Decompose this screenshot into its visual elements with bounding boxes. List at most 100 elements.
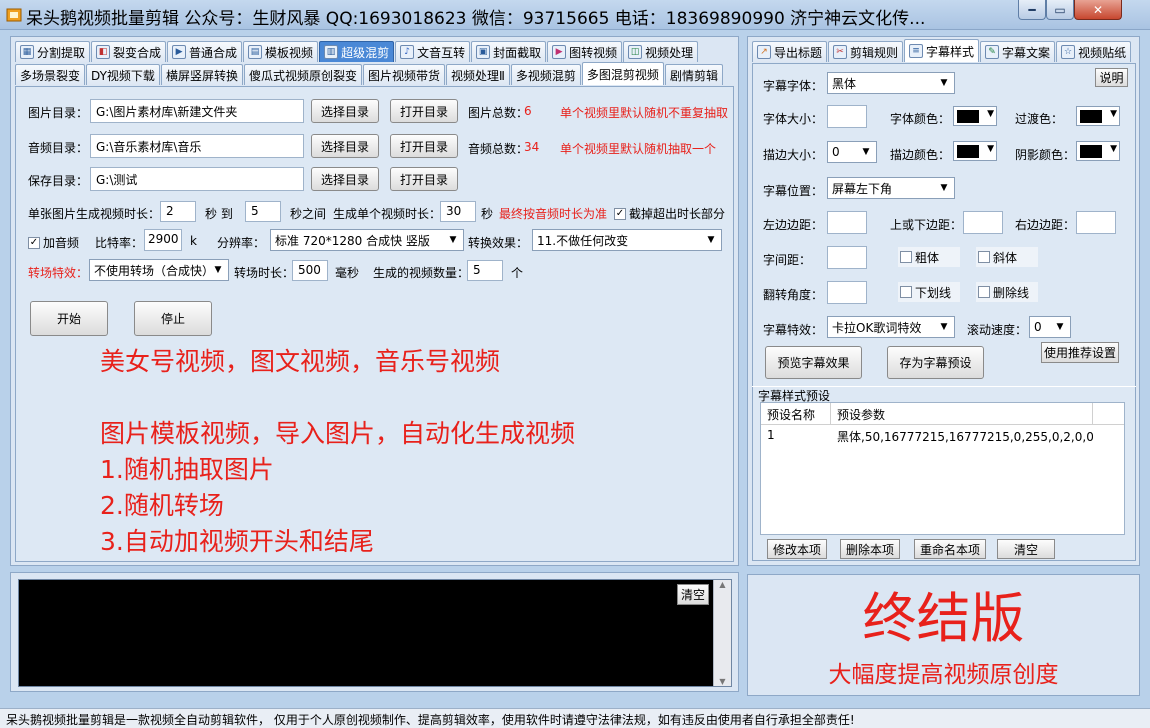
single-length-input[interactable]: 30 [440, 201, 476, 222]
tb-margin-input[interactable] [963, 211, 1003, 234]
font-color-picker[interactable]: ▼ [953, 106, 997, 126]
transition-length-input[interactable]: 500 [292, 260, 328, 281]
tab-text-audio[interactable]: ♪ 文音互转 [395, 41, 471, 62]
close-button[interactable]: ✕ [1074, 0, 1122, 20]
bold-check[interactable] [900, 251, 912, 263]
effect-select[interactable]: 11.不做任何改变 ▼ [532, 229, 722, 251]
tab-export-title[interactable]: ↗ 导出标题 [752, 41, 828, 62]
open-save-dir-button[interactable]: 打开目录 [390, 167, 458, 191]
clear-presets-button[interactable]: 清空 [997, 539, 1055, 559]
spacing-input[interactable] [827, 246, 867, 269]
strike-checkbox[interactable]: 删除线 [976, 282, 1038, 302]
add-audio-check[interactable]: ✓ [28, 236, 40, 249]
font-size-input[interactable] [827, 105, 867, 128]
subtitle-effect-select[interactable]: 卡拉OK歌词特效 ▼ [827, 316, 955, 338]
subtab-7[interactable]: 多图混剪视频 [581, 62, 664, 85]
italic-check[interactable] [978, 251, 990, 263]
stroke-size-select[interactable]: 0 ▼ [827, 141, 877, 163]
cut-excess-check[interactable]: ✓ [614, 207, 626, 220]
resolution-select[interactable]: 标准 720*1280 合成快 竖版 ▼ [270, 229, 464, 251]
image-dir-input[interactable]: G:\图片素材库\新建文件夹 [90, 99, 304, 123]
count-input[interactable]: 5 [467, 260, 503, 281]
subtab-0[interactable]: 多场景裂变 [15, 64, 86, 85]
open-audio-dir-button[interactable]: 打开目录 [390, 134, 458, 158]
save-dir-input[interactable]: G:\测试 [90, 167, 304, 191]
col-name-header[interactable]: 预设名称 [761, 403, 831, 425]
stop-button[interactable]: 停止 [134, 301, 212, 336]
single-length-label: 生成单个视频时长： [333, 207, 442, 221]
image-total-label: 图片总数： [468, 106, 529, 120]
audio-total-label: 音频总数： [468, 142, 529, 156]
transition-select[interactable]: 不使用转场（合成快） ▼ [89, 259, 229, 281]
underline-checkbox[interactable]: 下划线 [898, 282, 960, 302]
table-row[interactable]: 1 黑体,50,16777215,16777215,0,255,0,2,0,0,… [761, 425, 1124, 447]
shadow-color-picker[interactable]: ▼ [1076, 141, 1120, 161]
scroll-up-icon[interactable]: ▲ [714, 580, 731, 589]
subtab-5[interactable]: 视频处理Ⅱ [445, 64, 510, 85]
edit-preset-button[interactable]: 修改本项 [767, 539, 827, 559]
underline-check[interactable] [900, 286, 912, 298]
tab-template-video[interactable]: ▤ 模板视频 [243, 41, 319, 62]
subtab-8[interactable]: 剧情剪辑 [664, 64, 723, 85]
list-icon: ≡ [909, 44, 924, 58]
bitrate-input[interactable]: 2900 [144, 229, 182, 251]
subtab-1[interactable]: DY视频下载 [86, 64, 160, 85]
italic-checkbox[interactable]: 斜体 [976, 247, 1038, 267]
scroll-speed-select[interactable]: 0 ▼ [1029, 316, 1071, 338]
open-image-dir-button[interactable]: 打开目录 [390, 99, 458, 123]
tab-super-mix[interactable]: ▥ 超级混剪 [319, 41, 395, 62]
tab-subtitle-text[interactable]: ✎ 字幕文案 [980, 41, 1056, 62]
maximize-button[interactable]: ▭ [1046, 0, 1074, 20]
help-button[interactable]: 说明 [1095, 68, 1128, 87]
cut-excess-checkbox[interactable]: ✓ 截掉超出时长部分 [614, 205, 725, 222]
rename-preset-button[interactable]: 重命名本项 [914, 539, 986, 559]
subtab-2[interactable]: 横屏竖屏转换 [160, 64, 243, 85]
font-select[interactable]: 黑体 ▼ [827, 72, 955, 94]
audio-dir-input[interactable]: G:\音乐素材库\音乐 [90, 134, 304, 158]
tab-split[interactable]: ▦ 分割提取 [15, 41, 91, 62]
stroke-color-picker[interactable]: ▼ [953, 141, 997, 161]
right-margin-input[interactable] [1076, 211, 1116, 234]
transition-color-picker[interactable]: ▼ [1076, 106, 1120, 126]
duration-min-input[interactable]: 2 [160, 201, 196, 222]
preview-button[interactable]: 预览字幕效果 [765, 346, 862, 379]
tab-video-sticker[interactable]: ☆ 视频贴纸 [1056, 41, 1132, 62]
use-recommended-button[interactable]: 使用推荐设置 [1041, 342, 1119, 363]
log-scrollbar[interactable]: ▲ ▼ [713, 580, 731, 686]
tab-cover[interactable]: ▣ 封面截取 [471, 41, 547, 62]
tab-subtitle-style[interactable]: ≡ 字幕样式 [904, 39, 980, 62]
strike-check[interactable] [978, 286, 990, 298]
app-icon [6, 7, 22, 23]
tab-edit-rules[interactable]: ✂ 剪辑规则 [828, 41, 904, 62]
log-clear-button[interactable]: 清空 [677, 584, 709, 605]
save-preset-button[interactable]: 存为字幕预设 [887, 346, 984, 379]
tab-normal-merge[interactable]: ▶ 普通合成 [167, 41, 243, 62]
delete-preset-button[interactable]: 删除本项 [840, 539, 900, 559]
split-icon: ▦ [20, 45, 34, 59]
tab-fission[interactable]: ◧ 裂变合成 [91, 41, 167, 62]
title-bar: 呆头鹅视频批量剪辑 公众号：生财风暴 QQ:1693018623 微信：9371… [0, 0, 1150, 30]
add-audio-checkbox[interactable]: ✓ 加音频 [28, 234, 79, 251]
tab-image-to-video[interactable]: ▶ 图转视频 [547, 41, 623, 62]
scissors-icon: ✂ [833, 45, 848, 59]
position-select[interactable]: 屏幕左下角 ▼ [827, 177, 955, 199]
subtab-6[interactable]: 多视频混剪 [510, 64, 581, 85]
choose-save-dir-button[interactable]: 选择目录 [311, 167, 379, 191]
bold-checkbox[interactable]: 粗体 [898, 247, 960, 267]
subtab-4[interactable]: 图片视频带货 [362, 64, 445, 85]
preset-table[interactable]: 预设名称 预设参数 1 黑体,50,16777215,16777215,0,25… [760, 402, 1125, 535]
minimize-button[interactable]: ━ [1018, 0, 1046, 20]
transition-label: 转场特效： [28, 266, 89, 280]
choose-image-dir-button[interactable]: 选择目录 [311, 99, 379, 123]
start-button[interactable]: 开始 [30, 301, 108, 336]
col-params-header[interactable]: 预设参数 [831, 403, 1093, 425]
duration-max-input[interactable]: 5 [245, 201, 281, 222]
edit-icon: ✎ [985, 45, 1000, 59]
tab-video-process[interactable]: ◫ 视频处理 [623, 41, 699, 62]
log-output[interactable] [18, 579, 732, 687]
rotate-input[interactable] [827, 281, 867, 304]
scroll-down-icon[interactable]: ▼ [714, 677, 731, 686]
left-margin-input[interactable] [827, 211, 867, 234]
choose-audio-dir-button[interactable]: 选择目录 [311, 134, 379, 158]
subtab-3[interactable]: 傻瓜式视频原创裂变 [243, 64, 362, 85]
